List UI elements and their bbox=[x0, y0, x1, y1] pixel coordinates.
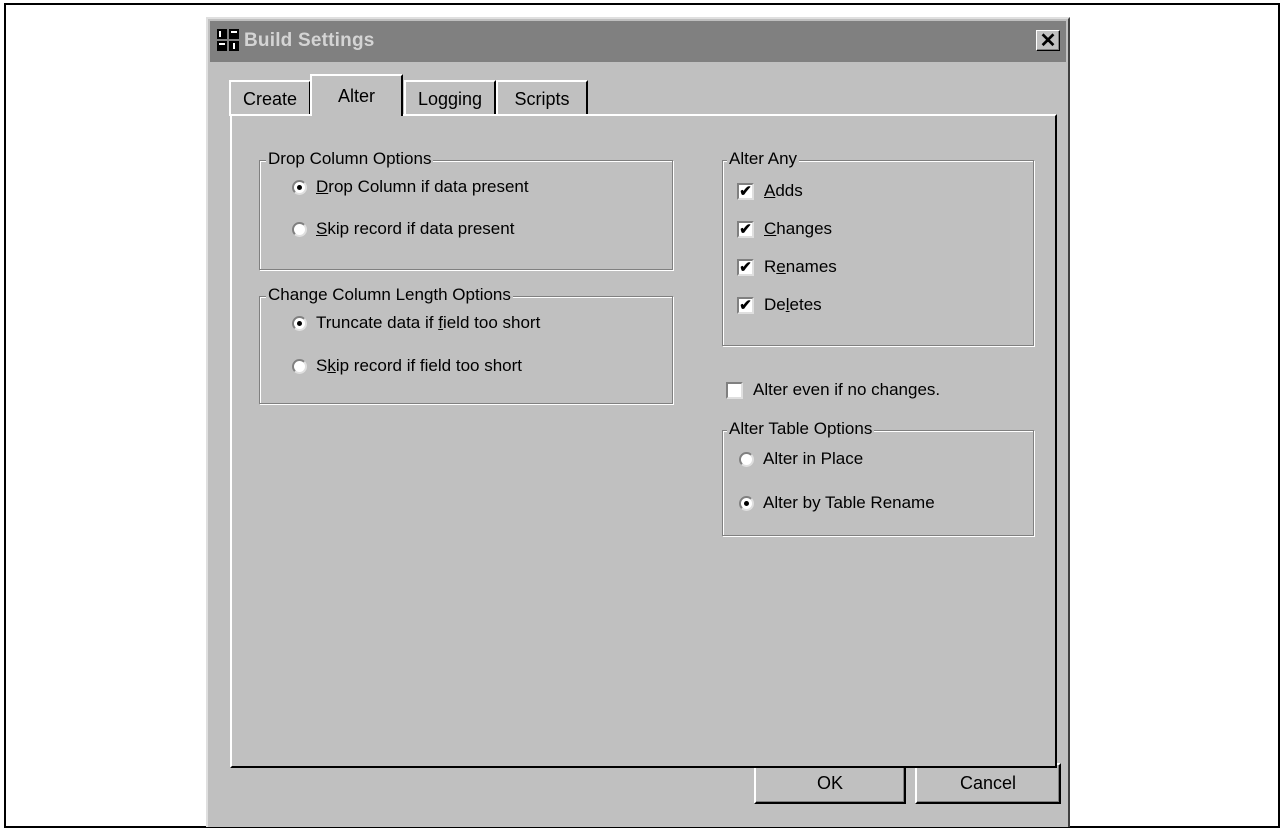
alter-tab-panel: Drop Column Options Drop Column if data … bbox=[230, 114, 1057, 768]
title-bar[interactable]: Build Settings ✕ bbox=[210, 21, 1066, 62]
tab-create[interactable]: Create bbox=[229, 80, 311, 116]
build-settings-dialog: Build Settings ✕ Create Alter Logging Sc… bbox=[206, 17, 1070, 827]
truncate-data-radio[interactable]: Truncate data if field too short bbox=[292, 313, 540, 333]
drop-column-options-group: Drop Column Options Drop Column if data … bbox=[259, 149, 673, 270]
tab-create-label: Create bbox=[242, 88, 298, 109]
change-length-options-group: Change Column Length Options Truncate da… bbox=[259, 285, 673, 404]
alter-any-group: Alter Any ✔ Adds ✔ Changes ✔ Renames ✔ D… bbox=[722, 149, 1034, 346]
change-length-options-title: Change Column Length Options bbox=[266, 285, 513, 305]
skip-record-field-radio[interactable]: Skip record if field too short bbox=[292, 356, 522, 376]
tab-logging-label: Logging bbox=[417, 88, 483, 109]
close-icon: ✕ bbox=[1039, 29, 1057, 52]
alter-by-rename-radio[interactable]: Alter by Table Rename bbox=[739, 493, 935, 513]
skip-record-data-radio[interactable]: Skip record if data present bbox=[292, 219, 514, 239]
radio-indicator bbox=[739, 451, 754, 467]
tab-alter-label: Alter bbox=[337, 85, 375, 106]
checkbox-indicator: ✔ bbox=[737, 296, 754, 314]
tab-scripts[interactable]: Scripts bbox=[496, 80, 588, 116]
app-icon bbox=[217, 29, 239, 51]
tab-logging[interactable]: Logging bbox=[404, 80, 496, 116]
drop-column-label: Drop Column if data present bbox=[316, 177, 529, 196]
deletes-checkbox[interactable]: ✔ Deletes bbox=[737, 295, 822, 315]
radio-indicator bbox=[292, 179, 307, 195]
tab-scripts-label: Scripts bbox=[514, 88, 570, 109]
checkbox-indicator bbox=[726, 381, 743, 399]
drop-column-radio[interactable]: Drop Column if data present bbox=[292, 177, 529, 197]
changes-label: Changes bbox=[764, 219, 833, 238]
alter-by-rename-label: Alter by Table Rename bbox=[763, 493, 935, 512]
changes-checkbox[interactable]: ✔ Changes bbox=[737, 219, 832, 239]
alter-even-label: Alter even if no changes. bbox=[753, 380, 941, 399]
alter-in-place-radio[interactable]: Alter in Place bbox=[739, 449, 863, 469]
skip-record-field-label: Skip record if field too short bbox=[316, 356, 522, 375]
alter-in-place-label: Alter in Place bbox=[763, 449, 864, 468]
ok-button-label: OK bbox=[816, 773, 843, 793]
cancel-button-label: Cancel bbox=[959, 773, 1017, 793]
radio-indicator bbox=[739, 495, 754, 511]
drop-column-options-title: Drop Column Options bbox=[266, 149, 434, 169]
dialog-title: Build Settings bbox=[244, 30, 375, 51]
close-button[interactable]: ✕ bbox=[1036, 30, 1060, 51]
alter-any-title: Alter Any bbox=[727, 149, 800, 169]
truncate-data-label: Truncate data if field too short bbox=[316, 313, 541, 332]
skip-record-data-label: Skip record if data present bbox=[316, 219, 515, 238]
radio-indicator bbox=[292, 358, 307, 374]
cancel-button[interactable]: Cancel bbox=[915, 763, 1061, 804]
deletes-label: Deletes bbox=[764, 295, 822, 314]
alter-table-options-group: Alter Table Options Alter in Place Alter… bbox=[722, 419, 1034, 536]
checkbox-indicator: ✔ bbox=[737, 220, 754, 238]
renames-checkbox[interactable]: ✔ Renames bbox=[737, 257, 837, 277]
ok-button[interactable]: OK bbox=[754, 763, 906, 804]
tab-alter[interactable]: Alter bbox=[310, 74, 403, 116]
alter-table-options-title: Alter Table Options bbox=[727, 419, 875, 439]
radio-indicator bbox=[292, 315, 307, 331]
checkbox-indicator: ✔ bbox=[737, 258, 754, 276]
renames-label: Renames bbox=[764, 257, 837, 276]
radio-indicator bbox=[292, 221, 307, 237]
adds-checkbox[interactable]: ✔ Adds bbox=[737, 181, 803, 201]
alter-even-checkbox[interactable]: Alter even if no changes. bbox=[726, 380, 940, 400]
adds-label: Adds bbox=[764, 181, 803, 200]
checkbox-indicator: ✔ bbox=[737, 182, 754, 200]
